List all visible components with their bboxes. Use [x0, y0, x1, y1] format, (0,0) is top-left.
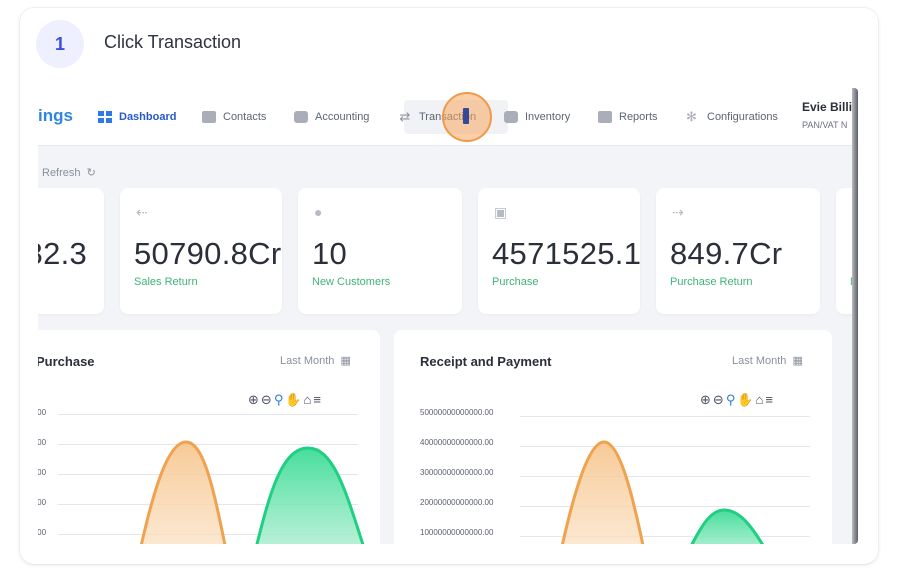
nav-reports-label: Reports — [619, 111, 658, 123]
stat-card-new-customers[interactable]: ● 10 New Customers — [298, 188, 462, 314]
nav-dashboard-label: Dashboard — [119, 111, 177, 123]
stat-card-sales[interactable]: 782.3 — [38, 188, 104, 314]
reports-icon — [598, 111, 612, 123]
user-name[interactable]: Evie Billi — [802, 100, 852, 114]
purchase-chart-panel: Purchase Last Month ▦ ⊕⊖⚲✋⌂≡ 00.00 00.00… — [38, 330, 380, 544]
stat-card-sales-return[interactable]: ⇠ 50790.8Cr Sales Return — [120, 188, 282, 314]
refresh-icon: ↻ — [86, 167, 96, 179]
stat-label: Sales Return — [134, 276, 198, 288]
settings-icon: ✻ — [686, 109, 697, 124]
stat-value: 849.7Cr — [670, 236, 783, 271]
nav-contacts[interactable]: Contacts — [202, 106, 266, 128]
top-navbar: ings Dashboard Contacts Accounting ⇄ Tra… — [38, 88, 852, 146]
transaction-icon: ⇄ — [399, 109, 411, 124]
series-peak-orange — [560, 440, 645, 544]
nav-inventory-label: Inventory — [525, 111, 571, 123]
stat-card-purchase-return[interactable]: ⇢ 849.7Cr Purchase Return — [656, 188, 820, 314]
refresh-label: Refresh — [42, 167, 81, 179]
nav-configurations[interactable]: ✻ Configurations — [686, 106, 778, 128]
text-cursor-icon — [463, 108, 469, 124]
app-screenshot: ings Dashboard Contacts Accounting ⇄ Tra… — [38, 88, 858, 544]
contacts-icon — [202, 111, 216, 123]
receipt-payment-chart-panel: Receipt and Payment Last Month ▦ ⊕⊖⚲✋⌂≡ … — [394, 330, 832, 544]
inventory-icon — [504, 111, 518, 123]
nav-accounting[interactable]: Accounting — [294, 106, 369, 128]
stat-value: 4571525.1 — [492, 236, 642, 271]
dashboard-icon — [98, 111, 112, 123]
stat-value: 50790.8Cr — [134, 236, 282, 271]
stat-label: Purchase Return — [670, 276, 753, 288]
nav-dashboard[interactable]: Dashboard — [98, 106, 176, 128]
receipt-payment-area-chart — [560, 440, 765, 544]
stat-value: 10 — [312, 236, 348, 271]
series-peak-orange — [139, 440, 227, 544]
screenshot-edge-shadow — [852, 88, 858, 544]
arrow-right-icon: ⇢ — [672, 204, 684, 220]
stat-label: New Customers — [312, 276, 391, 288]
app-logo: ings — [38, 106, 73, 125]
nav-accounting-label: Accounting — [315, 111, 370, 123]
series-peak-green — [690, 508, 765, 544]
nav-reports[interactable]: Reports — [598, 106, 658, 128]
stat-label: Purchase — [492, 276, 539, 288]
refresh-button[interactable]: Refresh ↻ — [42, 166, 96, 179]
nav-contacts-label: Contacts — [223, 111, 267, 123]
step-number-badge: 1 — [36, 20, 84, 68]
series-peak-green — [255, 446, 365, 544]
nav-inventory[interactable]: Inventory — [504, 106, 570, 128]
lock-icon: ▣ — [494, 204, 508, 220]
users-icon: ● — [314, 204, 323, 220]
accounting-icon — [294, 111, 308, 123]
step-title: Click Transaction — [104, 32, 242, 52]
step-card: 1 Click Transaction ings Dashboard Conta… — [20, 8, 878, 564]
stat-card-purchase[interactable]: ▣ 4571525.1 Purchase — [478, 188, 642, 314]
user-pan-vat: PAN/VAT N — [802, 120, 848, 130]
purchase-area-chart — [139, 440, 365, 544]
nav-configurations-label: Configurations — [707, 111, 778, 123]
stat-value: 782.3 — [38, 236, 88, 271]
arrow-left-icon: ⇠ — [136, 204, 148, 220]
